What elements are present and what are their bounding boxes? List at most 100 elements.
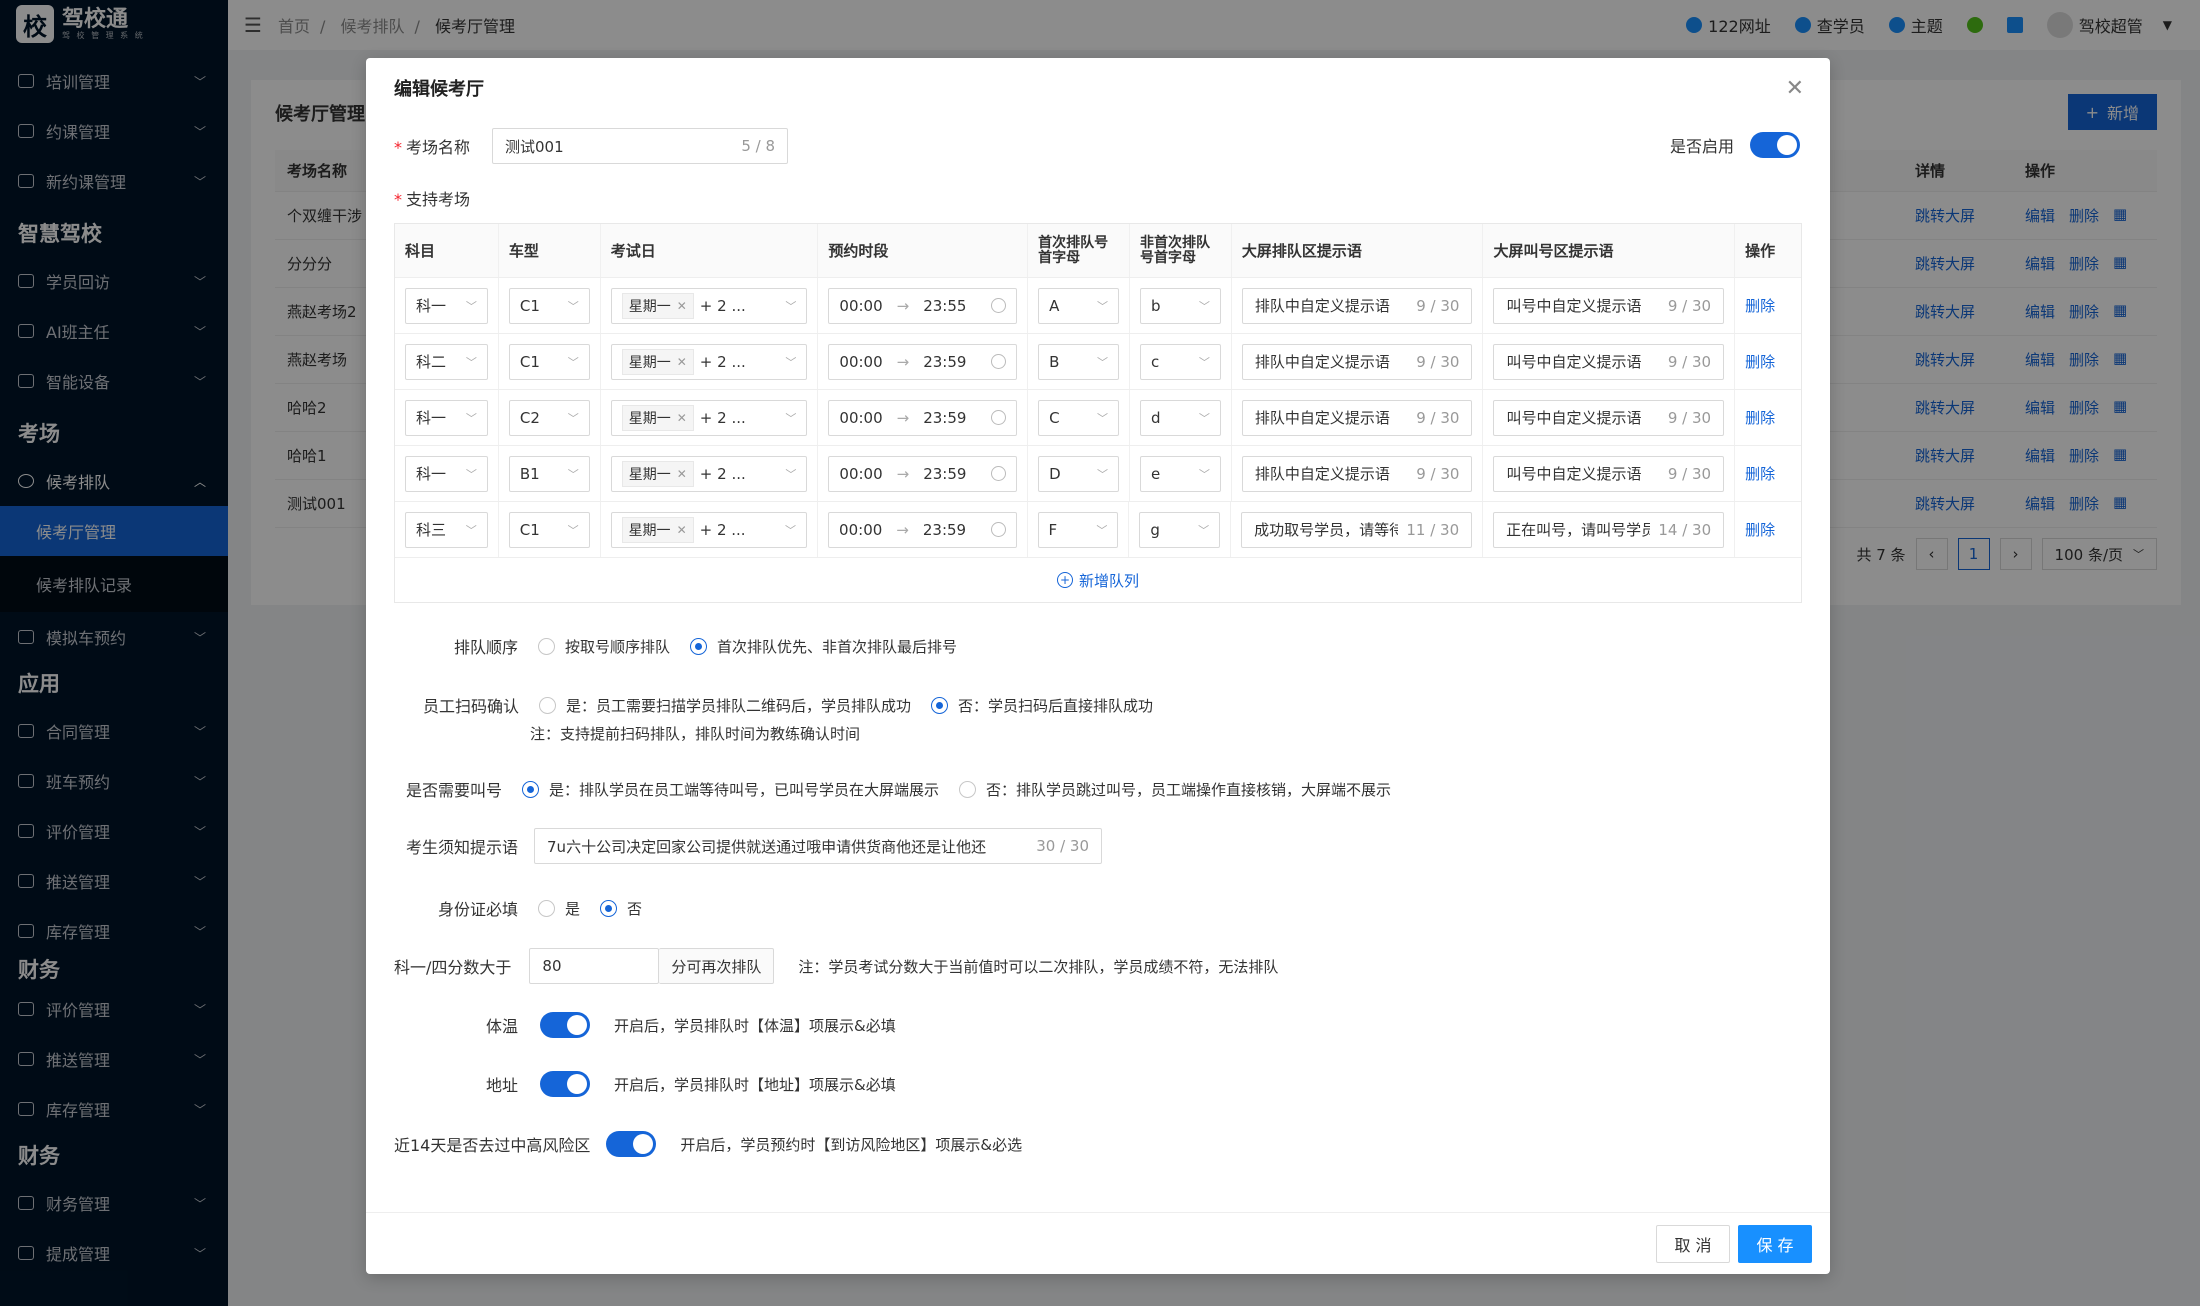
notice-input[interactable]: 7u六十公司决定回家公司提供就送通过哦申请供货商他还是让他还 30 / 30 (534, 828, 1103, 864)
subject-select[interactable]: 科三 ﹀ (405, 511, 488, 548)
arrow-right-icon: → (896, 464, 910, 483)
queue-row: 科二 ﹀ C1 ﹀ 星期一 ✕ + 2 ... ﹀ 00:00 → 23:59 B ﹀ c ﹀ 排队中自定义提… (395, 334, 1801, 390)
close-icon[interactable]: ✕ (677, 467, 687, 481)
name-input[interactable]: 测试001 5 / 8 (492, 128, 789, 164)
scan-note: 注：支持提前扫码排队，排队时间为教练确认时间 (530, 725, 861, 743)
id-yes-radio[interactable]: 是 (538, 898, 580, 919)
nonfirst-letter-select[interactable]: g ﹀ (1139, 511, 1221, 548)
close-icon[interactable]: ✕ (1786, 76, 1804, 101)
queue-row: 科一 ﹀ C1 ﹀ 星期一 ✕ + 2 ... ﹀ 00:00 → 23:55 A ﹀ b ﹀ 排队中自定义提… (395, 278, 1801, 334)
clock-icon (990, 522, 1006, 537)
subject-select[interactable]: 科一 ﹀ (405, 399, 488, 436)
chevron-down-icon: ﹀ (1198, 523, 1210, 537)
address-toggle[interactable] (540, 1071, 591, 1097)
delete-row-button[interactable]: 删除 (1745, 463, 1775, 484)
time-range-picker[interactable]: 00:00 → 23:59 (828, 511, 1017, 548)
first-letter-select[interactable]: B ﹀ (1038, 343, 1119, 380)
nonfirst-letter-select[interactable]: e ﹀ (1139, 455, 1221, 492)
nonfirst-letter-select[interactable]: b ﹀ (1139, 287, 1221, 324)
clock-icon (991, 354, 1007, 369)
queue-row: 科三 ﹀ C1 ﹀ 星期一 ✕ + 2 ... ﹀ 00:00 → 23:59 F ﹀ g ﹀ 成功取号学员，… (395, 502, 1801, 558)
queue-tip-input[interactable]: 排队中自定义提示语 9 / 30 (1241, 287, 1473, 324)
id-required-row: 身份证必填 是 否 (438, 898, 643, 919)
edit-hall-modal: 编辑候考厅 ✕ * 考场名称 测试001 5 / 8 是否启用 * 支持考场 科目 … (366, 58, 1830, 1274)
exam-day-select[interactable]: 星期一 ✕ + 2 ... ﹀ (610, 343, 808, 380)
call-tip-input[interactable]: 叫号中自定义提示语 9 / 30 (1493, 399, 1725, 436)
subject-select[interactable]: 科一 ﹀ (405, 287, 488, 324)
exam-day-select[interactable]: 星期一 ✕ + 2 ... ﹀ (610, 455, 808, 492)
order-by-ticket-radio[interactable]: 按取号顺序排队 (538, 636, 670, 657)
time-range-picker[interactable]: 00:00 → 23:59 (828, 343, 1018, 380)
clock-icon (991, 466, 1007, 481)
call-no-radio[interactable]: 否：排队学员跳过叫号，员工端操作直接核销，大屏端不展示 (959, 779, 1391, 800)
chevron-down-icon: ﹀ (465, 355, 477, 369)
delete-row-button[interactable]: 删除 (1745, 295, 1775, 316)
cancel-button[interactable]: 取 消 (1656, 1225, 1730, 1263)
modal-footer: 取 消 保 存 (366, 1212, 1830, 1274)
chevron-down-icon: ﹀ (1198, 411, 1210, 425)
enable-toggle[interactable] (1750, 132, 1800, 158)
chevron-down-icon: ﹀ (1096, 355, 1108, 369)
score-input[interactable]: 80 (529, 948, 660, 984)
close-icon[interactable]: ✕ (677, 523, 687, 537)
queue-tip-input[interactable]: 排队中自定义提示语 9 / 30 (1241, 343, 1473, 380)
chevron-down-icon: ﹀ (465, 523, 477, 537)
chevron-down-icon: ﹀ (785, 467, 797, 481)
close-icon[interactable]: ✕ (677, 411, 687, 425)
add-queue-button[interactable]: + 新增队列 (395, 558, 1801, 602)
call-tip-input[interactable]: 叫号中自定义提示语 9 / 30 (1493, 455, 1725, 492)
temperature-toggle[interactable] (540, 1012, 591, 1038)
delete-row-button[interactable]: 删除 (1745, 351, 1775, 372)
scan-no-radio[interactable]: 否：学员扫码后直接排队成功 (931, 695, 1153, 716)
chevron-down-icon: ﹀ (465, 467, 477, 481)
risk-area-toggle[interactable] (606, 1131, 657, 1157)
exam-day-select[interactable]: 星期一 ✕ + 2 ... ﹀ (610, 287, 808, 324)
car-type-select[interactable]: C1 ﹀ (508, 343, 590, 380)
exam-day-select[interactable]: 星期一 ✕ + 2 ... ﹀ (610, 399, 808, 436)
queue-tip-input[interactable]: 排队中自定义提示语 9 / 30 (1241, 399, 1473, 436)
call-yes-radio[interactable]: 是：排队学员在员工端等待叫号，已叫号学员在大屏端展示 (522, 779, 939, 800)
scan-yes-radio[interactable]: 是：员工需要扫描学员排队二维码后，学员排队成功 (539, 695, 911, 716)
queue-tip-input[interactable]: 成功取号学员，请等待 11 / 30 (1241, 511, 1473, 548)
subject-select[interactable]: 科二 ﹀ (405, 343, 488, 380)
first-letter-select[interactable]: D ﹀ (1038, 455, 1119, 492)
close-icon[interactable]: ✕ (677, 355, 687, 369)
day-tag: 星期一 ✕ (621, 292, 694, 319)
arrow-right-icon: → (896, 352, 910, 371)
time-range-picker[interactable]: 00:00 → 23:59 (828, 399, 1018, 436)
call-tip-input[interactable]: 叫号中自定义提示语 9 / 30 (1493, 287, 1725, 324)
chevron-down-icon: ﹀ (1198, 299, 1210, 313)
id-no-radio[interactable]: 否 (600, 898, 642, 919)
first-letter-select[interactable]: F ﹀ (1037, 511, 1119, 548)
exam-day-select[interactable]: 星期一 ✕ + 2 ... ﹀ (610, 511, 808, 548)
call-tip-input[interactable]: 正在叫号，请叫号学员 14 / 30 (1493, 511, 1725, 548)
car-type-select[interactable]: B1 ﹀ (508, 455, 590, 492)
nonfirst-letter-select[interactable]: d ﹀ (1139, 399, 1221, 436)
risk-area-row: 近14天是否去过中高风险区 开启后，学员预约时【到访风险地区】项展示&必选 (394, 1131, 1022, 1157)
enable-field-row: 是否启用 (1670, 132, 1800, 158)
subject-select[interactable]: 科一 ﹀ (405, 455, 488, 492)
chevron-down-icon: ﹀ (567, 411, 579, 425)
delete-row-button[interactable]: 删除 (1745, 519, 1775, 540)
order-first-priority-radio[interactable]: 首次排队优先、非首次排队最后排号 (690, 636, 957, 657)
close-icon[interactable]: ✕ (677, 299, 687, 313)
car-type-select[interactable]: C2 ﹀ (508, 399, 590, 436)
support-label: * 支持考场 (394, 190, 471, 209)
chevron-down-icon: ﹀ (567, 299, 579, 313)
save-button[interactable]: 保 存 (1738, 1225, 1812, 1263)
time-range-picker[interactable]: 00:00 → 23:59 (828, 455, 1018, 492)
scan-row: 员工扫码确认 是：员工需要扫描学员排队二维码后，学员排队成功 否：学员扫码后直接… (423, 695, 1154, 716)
car-type-select[interactable]: C1 ﹀ (508, 511, 590, 548)
delete-row-button[interactable]: 删除 (1745, 407, 1775, 428)
car-type-select[interactable]: C1 ﹀ (508, 287, 590, 324)
time-range-picker[interactable]: 00:00 → 23:55 (828, 287, 1018, 324)
arrow-right-icon: → (896, 408, 910, 427)
first-letter-select[interactable]: C ﹀ (1038, 399, 1119, 436)
first-letter-select[interactable]: A ﹀ (1038, 287, 1119, 324)
queue-tip-input[interactable]: 排队中自定义提示语 9 / 30 (1241, 455, 1473, 492)
clock-icon (991, 410, 1007, 425)
order-row: 排队顺序 按取号顺序排队 首次排队优先、非首次排队最后排号 (454, 636, 958, 657)
nonfirst-letter-select[interactable]: c ﹀ (1139, 343, 1221, 380)
call-tip-input[interactable]: 叫号中自定义提示语 9 / 30 (1493, 343, 1725, 380)
day-tag: 星期一 ✕ (621, 404, 694, 431)
